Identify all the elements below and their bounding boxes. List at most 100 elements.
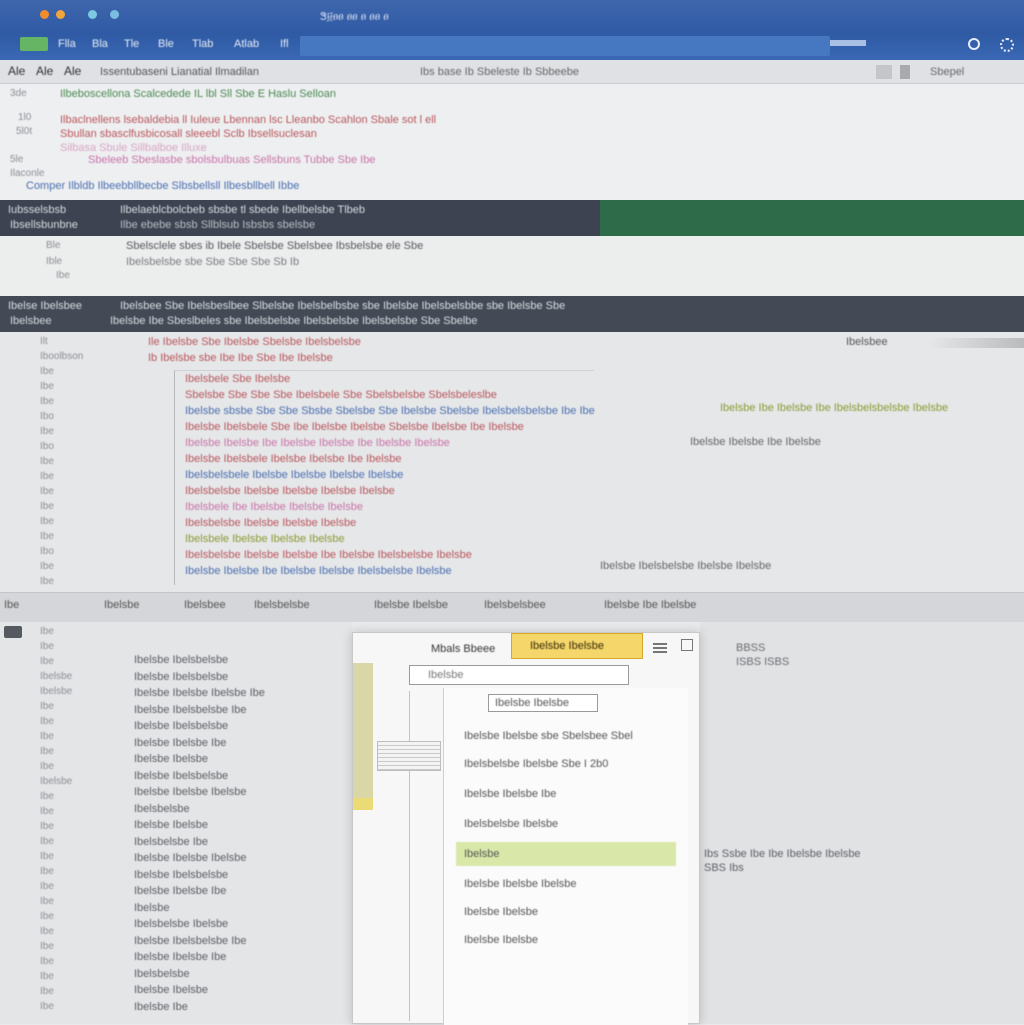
dialog-list-item[interactable]: Ibelsbe Ibelsbe Ibelsbe [456,872,676,896]
menu-file[interactable]: Flla [58,38,76,50]
results-pane: Ble Ible Ibe Sbelsclele sbes ib Ibele Sb… [0,236,1024,296]
code-line[interactable]: Ilbaclnellens lsebaldebia ll Iuleue Lben… [60,114,630,126]
dialog-list-item[interactable]: Ibelsbe [456,842,676,866]
dialog-list-item[interactable]: Ibelsbe Ibelsbe sbe Sbelsbee Sbel [456,724,676,748]
status-item[interactable]: Ibelsbe Ibelsbe [374,599,448,611]
status-item[interactable]: Ibelsbelsbe [254,599,310,611]
code-line[interactable]: Ibelsbe Ibelsbe Ibe Ibelsbe Ibelsbe Ibel… [185,565,595,577]
menu-view[interactable]: Tle [124,38,139,50]
line-number: Ibe [40,836,54,847]
code-line[interactable]: Ibelsbe Ibelsbe Ibelsbe Ibe [134,687,348,699]
code-line[interactable]: Ibelsbe sbsbe Sbe Sbe Sbsbe Sbelsbe Sbe … [185,405,595,417]
code-line[interactable]: Ibelsbe Ibelsbelsbe [134,654,348,666]
line-number: Ibe [40,731,54,742]
dialog-list-item[interactable]: Ibelsbe Ibelsbe [456,900,676,924]
code-line[interactable]: Ibelsbelsbe Ibe [134,836,348,848]
code-line[interactable]: Ibelsbele Ibe Ibelsbe Ibelsbe Ibelsbe [185,501,595,513]
code-line[interactable]: Ibelsbe Ibelsbele Sbe Ibe Ibelsbe Ibelsb… [185,421,595,433]
code-line[interactable]: Ibelsbe Ibelsbe [134,819,348,831]
code-line[interactable]: Ibelsbelsbe Ibelsbe [134,918,348,930]
line-number: Ibe [40,881,54,892]
toolbar-item-2[interactable]: Ale [36,64,53,78]
lower-gutter: Ibe Ibe Ibe Ibelsbe Ibelsbe Ibe Ibe Ibe Ibe Ibe Ib… [40,626,100,1022]
maximize-window-icon[interactable] [88,10,97,19]
code-line[interactable]: Sbelsbe Sbe Sbe Sbe Ibelsbele Sbe Sbelsb… [185,389,595,401]
code-line[interactable]: Comper Ilbldb Ilbeebbllbecbe Slbsbellsll… [26,180,506,192]
dialog-list-item[interactable]: Ibelsbelsbe Ibelsbe Sbe I 2b0 [456,752,676,776]
dialog-list-item[interactable]: Ibelsbelsbe Ibelsbe [456,812,676,836]
minimap-scroll[interactable] [928,338,1024,348]
toolbar-right-text[interactable]: Sbepel [930,66,990,78]
toolbar: Ale Ale Ale Issentubaseni Lianatial Ilma… [0,60,1024,84]
code-line[interactable]: Sbeleeb Sbeslasbe sbolsbulbuas Sellsbuns… [88,154,568,166]
code-line[interactable]: Ibelsbe Ibelsbelsbe [134,770,348,782]
code-line[interactable]: Sbullan sbasclfusbicosall sleeebl Sclb I… [60,128,340,140]
dialog-field[interactable]: Ibelsbe Ibelsbe [488,694,598,712]
menu-icon[interactable] [653,643,667,645]
line-number: Ibe [40,366,54,377]
code-line[interactable]: Ibelsbele Sbe Ibelsbe [185,373,595,385]
code-line[interactable]: Ibelsbele Ibelsbe Ibelsbe Ibelsbe [185,533,595,545]
code-line[interactable]: Ibelsbelsbe Ibelsbe Ibelsbe Ibelsbe [185,517,595,529]
code-line[interactable]: Ibelsbe [134,902,348,914]
toolbar-item-3[interactable]: Ale [64,64,81,78]
code-line[interactable]: Ibelsbe Ibelsbele Ibelsbe Ibelsbe Ibe Ib… [185,453,595,465]
code-line[interactable]: Ibelsbelsbele Ibelsbe Ibelsbe Ibelsbe Ib… [185,469,595,481]
window-title: Ꮥ፱ፀፀ ፀፀ ፀ ፀፀ ፀ [320,11,389,23]
editor-header-line[interactable]: Ib Ibelsbe sbe Ibe Ibe Sbe Ibe Ibelsbe [148,352,428,364]
status-item[interactable]: Ibelsbee [184,599,226,611]
status-item[interactable]: Ibelsbe [104,599,139,611]
code-line[interactable]: Ibelsbelsbe Ibelsbe Ibelsbe Ibe Ibelsbe … [185,549,595,561]
code-line[interactable]: Ibelsbe Ibelsbe [134,753,348,765]
code-line[interactable]: Ibelsbe Ibelsbe Ibe [134,885,348,897]
dialog-list-item[interactable]: Ibelsbe Ibelsbe Ibe [456,782,676,806]
code-line[interactable]: Ibelsbe Ibelsbelsbe [134,869,348,881]
toolbar-item-1[interactable]: Ale [8,64,25,78]
code-line[interactable]: Ibelsbe Ibe [134,1001,348,1013]
code-line[interactable]: Ibelsbe Ibelsbelsbe [134,720,348,732]
status-item[interactable]: Ibelsbelsbee [484,599,546,611]
line-number: Ibe [40,971,54,982]
gear-icon[interactable] [1000,38,1014,52]
line-number: Ibo [40,411,54,422]
minimize-window-icon[interactable] [56,10,65,19]
menu-tools[interactable]: Tlab [192,38,213,50]
code-line[interactable]: Ibelsbe Ibelsbelsbe Ibe [134,935,348,947]
refresh-icon[interactable] [968,38,980,50]
close-window-icon[interactable] [40,10,49,19]
dialog-tab[interactable]: Ibelsbe Ibelsbe [511,633,643,659]
dialog-list-item[interactable]: Ibelsbe Ibelsbe [456,928,676,952]
code-line[interactable]: Ibelsbe Ibelsbe [134,984,348,996]
code-line[interactable]: Ibelsbe Ibelsbelsbe Ibe [134,704,348,716]
code-line[interactable]: Ibelsbe Ibelsbe Ibelsbe [134,786,348,798]
menu-help[interactable]: Ifl [280,38,289,50]
code-line[interactable]: Ibelsbe Ibelsbe Ibe Ibelsbe Ibelsbe Ibe … [185,437,595,449]
split-icon[interactable] [900,65,910,79]
line-number: Ibo [40,546,54,557]
collapse-icon[interactable] [4,626,22,638]
dialog-search-input[interactable]: Ibelsbe [409,665,629,685]
layout-icon[interactable] [876,65,892,79]
menu-build[interactable]: Ble [158,38,174,50]
code-line[interactable]: Ibelsbe Ibelsbe Ibelsbe [134,852,348,864]
command-bar[interactable] [300,36,830,56]
code-line[interactable]: Ibelsbelsbe [134,803,348,815]
code-line[interactable]: Ilbeboscellona Scalcedede IL lbl Sll Sbe… [60,88,340,100]
menu-window[interactable]: Atlab [234,38,259,50]
code-line[interactable]: Ibelsbelsbe Ibelsbe Ibelsbe Ibelsbe Ibel… [185,485,595,497]
breadcrumb[interactable]: Issentubaseni Lianatial Ilmadilan [100,66,300,78]
menu-edit[interactable]: Bla [92,38,108,50]
result-line[interactable]: Sbelsclele sbes ib Ibele Sbelsbe Sbelsbe… [126,240,596,252]
close-icon[interactable] [681,639,693,651]
progress-indicator [830,40,866,46]
code-line[interactable]: Ibelsbe Ibelsbe Ibe [134,951,348,963]
status-item[interactable]: Ibelsbe Ibe Ibelsbe [604,599,696,611]
line-number: Ibe [40,701,54,712]
code-line[interactable]: Ibelsbelsbe [134,968,348,980]
code-line[interactable]: Silbasa Sbule Sillbalboe Illuxe [60,142,460,154]
code-line[interactable]: Ibelsbe Ibelsbelsbe [134,671,348,683]
result-line[interactable]: Ibelsbelsbe sbe Sbe Sbe Sbe Sb Ib [126,256,596,268]
code-line[interactable]: Ibelsbe Ibelsbe Ibe [134,737,348,749]
status-item[interactable]: Ibe [4,599,19,611]
editor-header-line[interactable]: Ile Ibelsbe Sbe Ibelsbe Sbelsbe Ibelsbel… [148,336,588,348]
